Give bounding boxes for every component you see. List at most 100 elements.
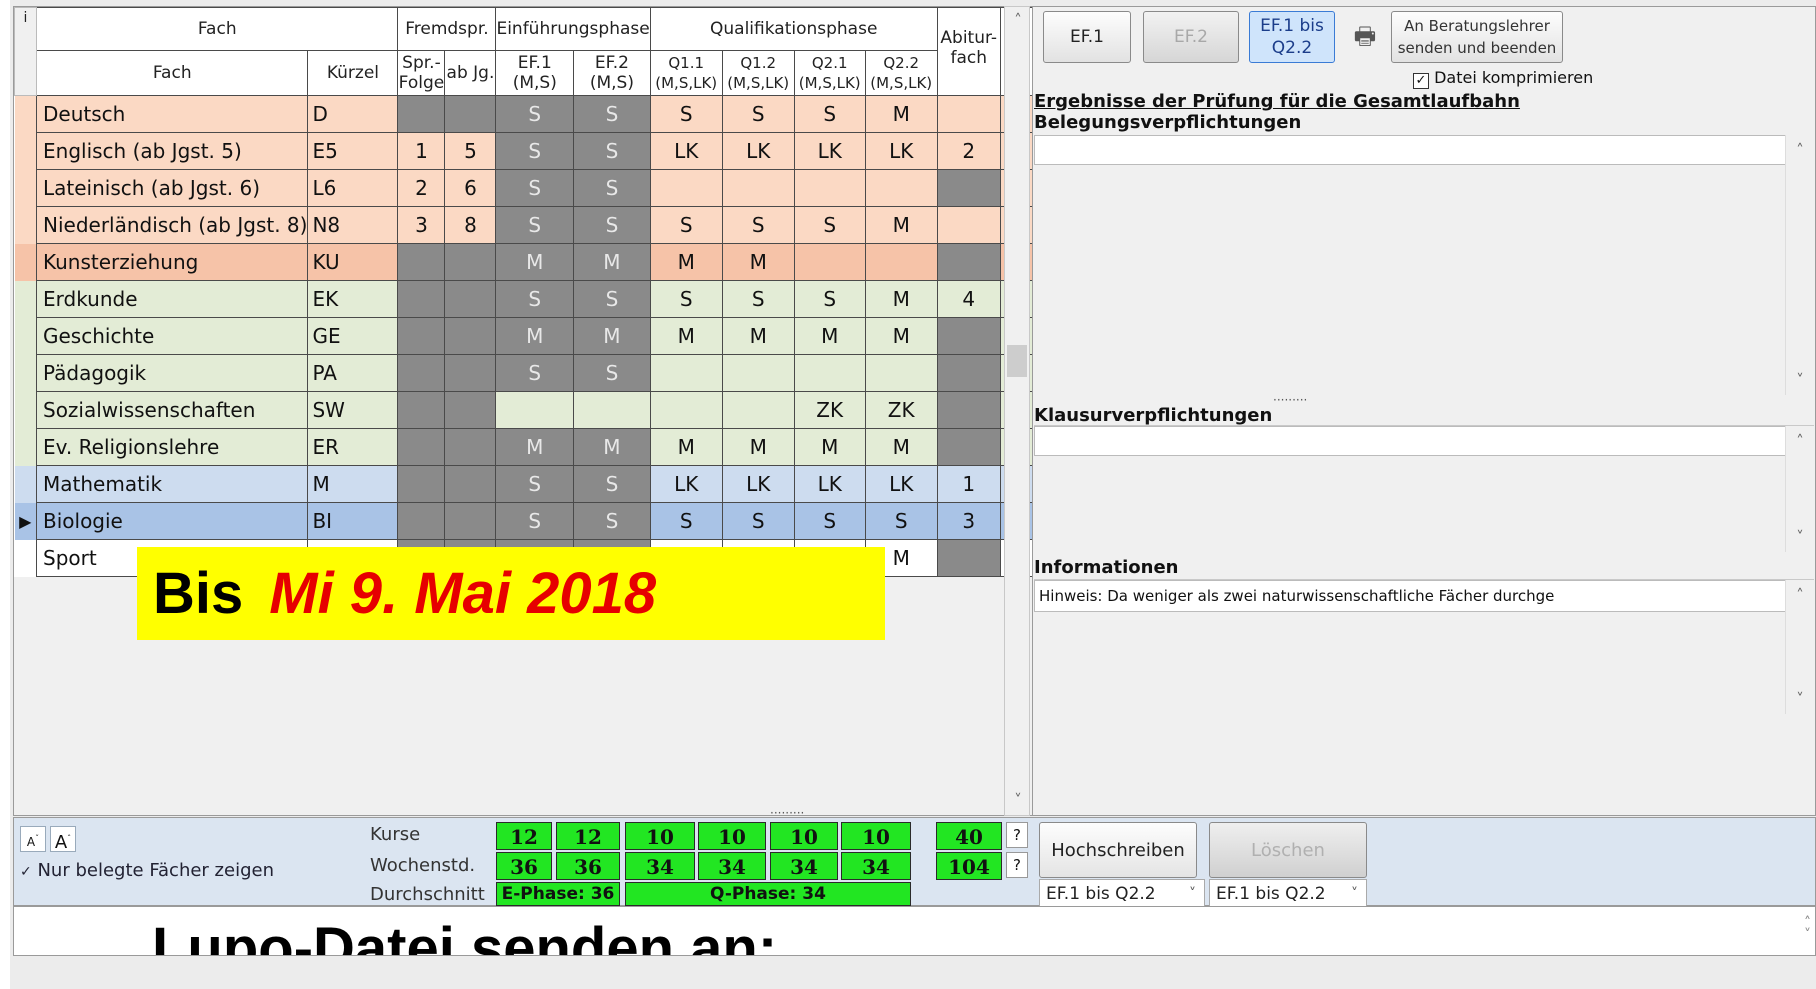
subject-name[interactable]: Niederländisch (ab Jgst. 8) — [35, 206, 309, 244]
cell-ab-jg[interactable] — [444, 502, 497, 540]
cell-q21[interactable] — [793, 243, 866, 281]
cell-q11[interactable]: S — [649, 95, 723, 133]
cell-q11[interactable]: M — [649, 317, 723, 355]
scroll-up-icon[interactable]: ˄ — [1786, 141, 1814, 159]
belegung-scrollbar[interactable]: ˄ ˅ — [1785, 135, 1814, 395]
cell-q22[interactable]: M — [864, 280, 938, 318]
cell-ab-jg[interactable] — [444, 317, 497, 355]
scroll-down-icon[interactable]: ˅ — [1786, 690, 1814, 708]
cell-sprachfolge[interactable] — [397, 280, 446, 318]
only-filled-checkbox[interactable]: ✓ Nur belegte Fächer zeigen — [20, 860, 274, 881]
scroll-up-icon[interactable]: ˄ — [1005, 11, 1031, 29]
cell-q22[interactable]: LK — [864, 465, 938, 503]
cell-ef1[interactable]: S — [495, 280, 575, 318]
cell-abiturfach[interactable] — [936, 428, 1001, 466]
cell-abiturfach[interactable] — [936, 95, 1001, 133]
cell-abiturfach[interactable] — [936, 206, 1001, 244]
subject-name[interactable]: Lateinisch (ab Jgst. 6) — [35, 169, 309, 207]
cell-ef2[interactable]: M — [573, 428, 651, 466]
cell-sprachfolge[interactable]: 1 — [397, 132, 446, 170]
cell-ef1[interactable] — [495, 391, 575, 429]
cell-q22[interactable]: S — [864, 502, 938, 540]
loeschen-range-select[interactable]: EF.1 bis Q2.2 ˅ — [1209, 879, 1367, 909]
cell-q21[interactable]: LK — [793, 132, 866, 170]
table-row[interactable]: Mathematik M S S LK LK LK LK 1 ↶ — [14, 465, 1036, 503]
cell-ef2[interactable]: S — [573, 95, 651, 133]
cell-sprachfolge[interactable] — [397, 317, 446, 355]
cell-ef2[interactable]: S — [573, 354, 651, 392]
cell-ef1[interactable]: S — [495, 465, 575, 503]
cell-ef1[interactable]: S — [495, 354, 575, 392]
cell-ef1[interactable]: M — [495, 428, 575, 466]
cell-q22[interactable]: M — [864, 95, 938, 133]
cell-q21[interactable]: M — [793, 317, 866, 355]
table-row[interactable]: Pädagogik PA S S ↶ — [14, 354, 1036, 392]
ef2-button[interactable]: EF.2 — [1143, 11, 1239, 63]
cell-ab-jg[interactable] — [444, 354, 497, 392]
cell-ab-jg[interactable] — [444, 280, 497, 318]
table-row[interactable]: ▶ Biologie BI S S S S S S 3 ↶ — [14, 502, 1036, 540]
subject-name[interactable]: Pädagogik — [35, 354, 309, 392]
table-row[interactable]: Deutsch D S S S S S M ↶ — [14, 95, 1036, 133]
cell-q22[interactable] — [864, 243, 938, 281]
table-row[interactable]: Erdkunde EK S S S S S M 4 ↶ — [14, 280, 1036, 318]
cell-q11[interactable]: S — [649, 206, 723, 244]
cell-sprachfolge[interactable] — [397, 243, 446, 281]
klausur-scrollbar[interactable]: ˄ ˅ — [1785, 426, 1814, 552]
cell-sprachfolge[interactable] — [397, 354, 446, 392]
cell-ef2[interactable]: S — [573, 280, 651, 318]
cell-q11[interactable]: S — [649, 502, 723, 540]
cell-ab-jg[interactable]: 5 — [444, 132, 497, 170]
table-row[interactable]: Sozialwissenschaften SW ZK ZK ↶ — [14, 391, 1036, 429]
table-row[interactable]: Kunsterziehung KU M M M M ↶ — [14, 243, 1036, 281]
cell-q12[interactable]: S — [721, 206, 795, 244]
cell-ef2[interactable]: M — [573, 243, 651, 281]
klausur-list[interactable]: ˄ ˅ — [1034, 425, 1814, 552]
cell-sprachfolge[interactable] — [397, 428, 446, 466]
cell-q12[interactable] — [721, 391, 795, 429]
spin-icon[interactable]: ˄ ˅ — [1804, 916, 1811, 942]
cell-ab-jg[interactable] — [444, 243, 497, 281]
font-smaller-button[interactable]: Aˇ — [20, 826, 46, 852]
table-row[interactable]: Ev. Religionslehre ER M M M M M M ↶ — [14, 428, 1036, 466]
scroll-down-icon[interactable]: ˅ — [1005, 791, 1031, 809]
cell-sprachfolge[interactable] — [397, 95, 446, 133]
cell-q21[interactable]: S — [793, 502, 866, 540]
cell-ef2[interactable]: S — [573, 206, 651, 244]
cell-q12[interactable]: S — [721, 95, 795, 133]
cell-sprachfolge[interactable]: 2 — [397, 169, 446, 207]
cell-q21[interactable] — [793, 169, 866, 207]
send-to-counselor-button[interactable]: An Beratungslehrer senden und beenden — [1391, 11, 1563, 63]
cell-ef1[interactable]: M — [495, 243, 575, 281]
cell-q12[interactable]: S — [721, 280, 795, 318]
table-row[interactable]: Geschichte GE M M M M M M ↶ — [14, 317, 1036, 355]
cell-q12[interactable]: LK — [721, 465, 795, 503]
recipient-box[interactable]: Lupo-Datei senden an: ˄ ˅ — [13, 906, 1816, 956]
scroll-up-icon[interactable]: ˄ — [1786, 586, 1814, 604]
cell-ef2[interactable]: M — [573, 317, 651, 355]
cell-abiturfach[interactable]: 1 — [936, 465, 1001, 503]
subject-name[interactable]: Deutsch — [35, 95, 309, 133]
cell-abiturfach[interactable] — [936, 243, 1001, 281]
cell-ab-jg[interactable] — [444, 465, 497, 503]
table-row[interactable]: Englisch (ab Jgst. 5) E5 1 5 S S LK LK L… — [14, 132, 1036, 170]
cell-ef1[interactable]: S — [495, 132, 575, 170]
printer-icon[interactable]: 🖶 — [1347, 19, 1383, 55]
cell-q11[interactable]: M — [649, 243, 723, 281]
cell-ef1[interactable]: S — [495, 169, 575, 207]
font-larger-button[interactable]: Aˆ — [50, 826, 76, 853]
subject-name[interactable]: Erdkunde — [35, 280, 309, 318]
ef1-bis-q22-button[interactable]: EF.1 bis Q2.2 — [1249, 11, 1335, 63]
cell-ab-jg[interactable]: 8 — [444, 206, 497, 244]
scroll-thumb[interactable] — [1007, 345, 1027, 377]
cell-ef1[interactable]: M — [495, 317, 575, 355]
subject-name[interactable]: Kunsterziehung — [35, 243, 309, 281]
cell-q11[interactable]: LK — [649, 465, 723, 503]
cell-sprachfolge[interactable]: 3 — [397, 206, 446, 244]
table-row[interactable]: Niederländisch (ab Jgst. 8) N8 3 8 S S S… — [14, 206, 1036, 244]
subject-name[interactable]: Geschichte — [35, 317, 309, 355]
scroll-down-icon[interactable]: ˅ — [1786, 371, 1814, 389]
cell-q11[interactable] — [649, 391, 723, 429]
cell-q12[interactable]: LK — [721, 132, 795, 170]
cell-q22[interactable]: LK — [864, 132, 938, 170]
